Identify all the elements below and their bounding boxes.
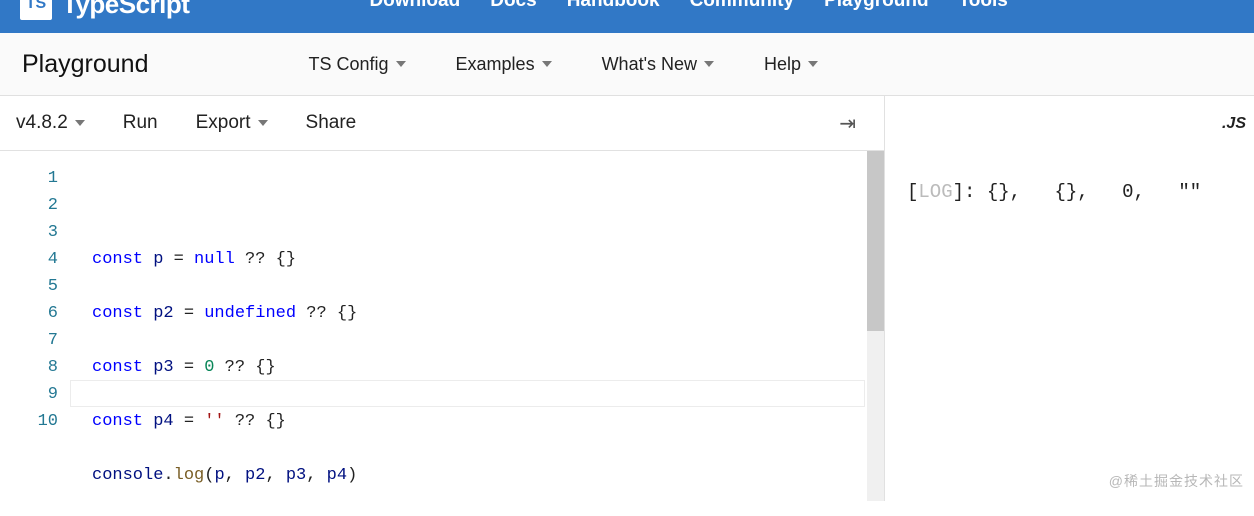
chevron-down-icon [396, 61, 406, 67]
chevron-down-icon [704, 61, 714, 67]
menu-label: TS Config [308, 54, 388, 75]
menu-help[interactable]: Help [764, 54, 818, 75]
top-nav-links: Download Docs Handbook Community Playgro… [369, 0, 1007, 12]
log-bracket: [ [907, 181, 918, 203]
top-nav: TS TypeScript Download Docs Handbook Com… [0, 0, 1254, 33]
log-values: {}, {}, 0, "" [987, 181, 1201, 203]
scrollbar-thumb[interactable] [867, 151, 884, 331]
brand[interactable]: TS TypeScript [20, 0, 189, 20]
version-selector[interactable]: v4.8.2 [16, 112, 85, 134]
nav-download[interactable]: Download [369, 0, 460, 12]
line-number-gutter: 12345678910 [0, 151, 70, 501]
nav-docs[interactable]: Docs [490, 0, 536, 12]
main-area: 12345678910 const p = null ?? {}const p2… [0, 151, 1254, 501]
watermark: @稀土掘金技术社区 [1109, 471, 1244, 491]
chevron-down-icon [75, 120, 85, 126]
menu-label: Help [764, 54, 801, 75]
chevron-down-icon [258, 120, 268, 126]
menu-label: What's New [602, 54, 697, 75]
export-button[interactable]: Export [196, 112, 268, 134]
log-tag: LOG [918, 181, 952, 203]
output-pane: [LOG]: {}, {}, 0, "" [884, 151, 1254, 501]
menu-whats-new[interactable]: What's New [602, 54, 714, 75]
export-label: Export [196, 112, 251, 134]
chevron-down-icon [808, 61, 818, 67]
sub-nav-items: TS Config Examples What's New Help [308, 54, 818, 75]
code-editor[interactable]: const p = null ?? {}const p2 = undefined… [70, 151, 867, 501]
log-line: [LOG]: {}, {}, 0, "" [907, 179, 1244, 206]
version-label: v4.8.2 [16, 112, 68, 134]
nav-playground[interactable]: Playground [824, 0, 929, 12]
share-button[interactable]: Share [306, 112, 357, 134]
chevron-down-icon [542, 61, 552, 67]
output-tab-js[interactable]: .JS [884, 96, 1254, 151]
menu-ts-config[interactable]: TS Config [308, 54, 405, 75]
nav-tools[interactable]: Tools [959, 0, 1008, 12]
sub-nav: Playground TS Config Examples What's New… [0, 33, 1254, 96]
page-title: Playground [22, 50, 148, 79]
menu-label: Examples [456, 54, 535, 75]
editor-scrollbar[interactable] [867, 151, 884, 501]
menu-examples[interactable]: Examples [456, 54, 552, 75]
nav-community[interactable]: Community [690, 0, 795, 12]
editor-toolbar: v4.8.2 Run Export Share ⇥ [0, 96, 884, 151]
nav-handbook[interactable]: Handbook [567, 0, 660, 12]
run-button[interactable]: Run [123, 112, 158, 134]
log-bracket: ]: [953, 181, 987, 203]
brand-logo-icon: TS [20, 0, 52, 20]
editor-pane[interactable]: 12345678910 const p = null ?? {}const p2… [0, 151, 884, 501]
arrow-right-icon[interactable]: ⇥ [839, 111, 856, 136]
brand-name: TypeScript [62, 0, 189, 20]
